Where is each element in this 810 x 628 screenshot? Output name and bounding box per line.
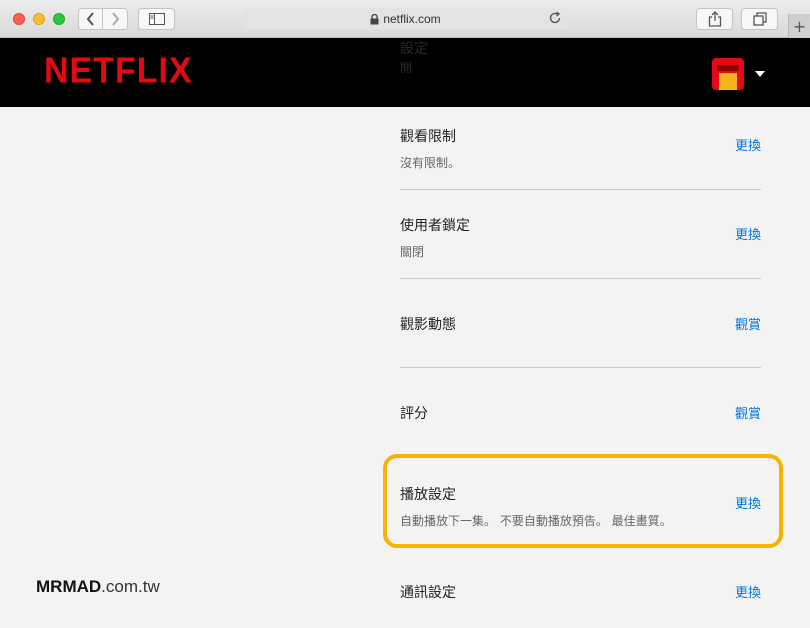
scrolled-behind-text: 設定 <box>400 41 428 57</box>
netflix-header: 設定 開 NETFLIX <box>0 38 810 107</box>
setting-subtitle: 沒有限制。 <box>400 156 461 170</box>
change-link[interactable]: 更換 <box>735 135 761 154</box>
forward-button[interactable] <box>103 8 128 30</box>
setting-title: 通訊設定 <box>400 585 456 601</box>
minimize-window-button[interactable] <box>33 13 45 25</box>
highlight-box <box>383 454 783 548</box>
avatar-face <box>719 73 737 90</box>
browser-toolbar: netflix.com + <box>0 0 810 38</box>
setting-title: 觀看限制 <box>400 129 456 145</box>
scrolled-behind-text: 開 <box>400 61 413 75</box>
address-bar[interactable]: netflix.com <box>243 8 568 30</box>
divider <box>400 189 761 190</box>
sidebar-toggle-button[interactable] <box>138 8 175 30</box>
netflix-logo[interactable]: NETFLIX <box>44 51 193 92</box>
divider <box>400 367 761 368</box>
change-link[interactable]: 更換 <box>735 582 761 601</box>
setting-title: 使用者鎖定 <box>400 218 470 234</box>
setting-title: 觀影動態 <box>400 317 456 333</box>
sidebar-icon <box>148 13 165 25</box>
url-text: netflix.com <box>383 12 441 26</box>
avatar-mask <box>717 65 739 71</box>
divider <box>400 278 761 279</box>
setting-row-ratings: 評分 觀賞 <box>400 403 761 423</box>
watermark-domain: .com.tw <box>101 577 160 596</box>
tab-overview-button[interactable] <box>741 8 778 30</box>
profile-avatar[interactable] <box>712 58 744 90</box>
view-link[interactable]: 觀賞 <box>735 314 761 333</box>
watermark-brand: MRMAD <box>36 577 102 596</box>
reload-icon[interactable] <box>548 11 562 25</box>
setting-row-viewing-activity: 觀影動態 觀賞 <box>400 314 761 334</box>
plus-icon: + <box>792 16 807 36</box>
lock-icon <box>370 13 379 24</box>
tabs-icon <box>752 12 767 26</box>
caret-down-icon[interactable] <box>755 71 765 77</box>
close-window-button[interactable] <box>13 13 25 25</box>
setting-subtitle: 關閉 <box>400 245 425 259</box>
chevron-right-icon <box>112 12 120 26</box>
back-button[interactable] <box>78 8 103 30</box>
share-button[interactable] <box>696 8 733 30</box>
share-icon <box>708 11 721 27</box>
zoom-window-button[interactable] <box>53 13 65 25</box>
setting-row-viewing-restrictions: 觀看限制 沒有限制。 更換 <box>400 126 761 171</box>
change-link[interactable]: 更換 <box>735 224 761 243</box>
chevron-left-icon <box>86 12 94 26</box>
view-link[interactable]: 觀賞 <box>735 403 761 422</box>
new-tab-button[interactable]: + <box>788 14 810 38</box>
watermark: MRMAD.com.tw <box>36 577 160 597</box>
setting-title: 評分 <box>400 406 428 422</box>
setting-row-communication-settings: 通訊設定 更換 <box>400 582 761 602</box>
setting-row-profile-lock: 使用者鎖定 關閉 更換 <box>400 215 761 260</box>
